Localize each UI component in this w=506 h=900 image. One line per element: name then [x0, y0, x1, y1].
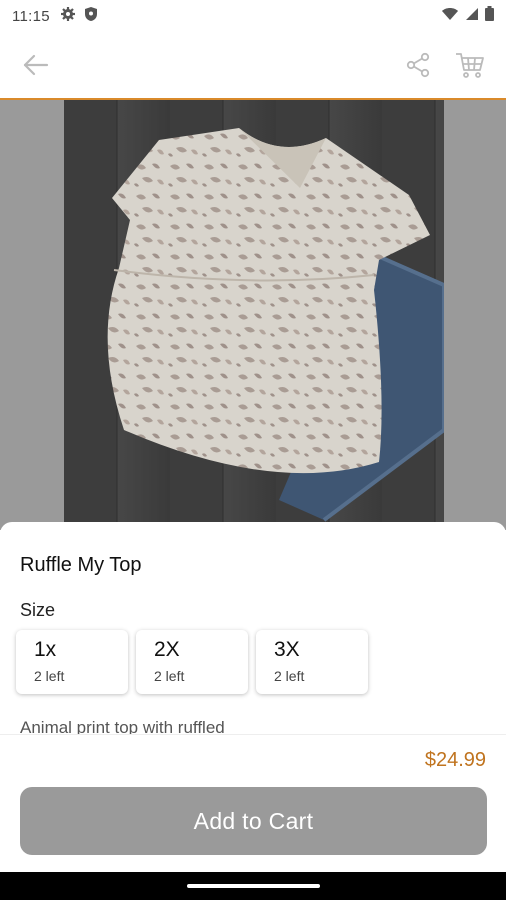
back-button[interactable]: [16, 45, 56, 85]
purchase-footer: $24.99 Add to Cart: [0, 734, 506, 872]
product-details-sheet: Ruffle My Top Size 1x 2 left 2X 2 left 3…: [0, 522, 506, 737]
cart-button[interactable]: [450, 45, 490, 85]
size-option-2x[interactable]: 2X 2 left: [136, 630, 248, 694]
product-photo-illustration: [107, 128, 446, 522]
size-option-stock: 2 left: [274, 668, 305, 684]
battery-icon: [485, 6, 494, 26]
product-image-area[interactable]: [0, 100, 506, 530]
size-option-stock: 2 left: [34, 668, 65, 684]
size-option-stock: 2 left: [154, 668, 185, 684]
top-app-bar: [0, 32, 506, 98]
system-navigation-bar: [0, 872, 506, 900]
settings-gear-icon: [60, 6, 76, 27]
share-button[interactable]: [398, 45, 438, 85]
shopping-cart-icon: [456, 53, 484, 78]
home-gesture-handle[interactable]: [187, 884, 320, 888]
size-section-label: Size: [20, 600, 56, 620]
back-arrow-icon: [23, 54, 49, 76]
product-price: $24.99: [424, 749, 486, 771]
status-bar: 11:15: [0, 0, 506, 32]
product-title: Ruffle My Top: [20, 554, 142, 576]
add-to-cart-button[interactable]: Add to Cart: [20, 787, 487, 855]
status-time: 11:15: [12, 7, 50, 25]
shield-icon: [84, 6, 98, 27]
size-option-name: 3X: [274, 638, 300, 661]
size-options: 1x 2 left 2X 2 left 3X 2 left: [16, 630, 368, 694]
product-photo: [64, 100, 446, 530]
signal-icon: [465, 7, 479, 26]
wifi-icon: [441, 7, 459, 26]
size-option-1x[interactable]: 1x 2 left: [16, 630, 128, 694]
share-icon: [406, 52, 430, 78]
size-option-3x[interactable]: 3X 2 left: [256, 630, 368, 694]
size-option-name: 2X: [154, 638, 180, 661]
size-option-name: 1x: [34, 638, 57, 661]
